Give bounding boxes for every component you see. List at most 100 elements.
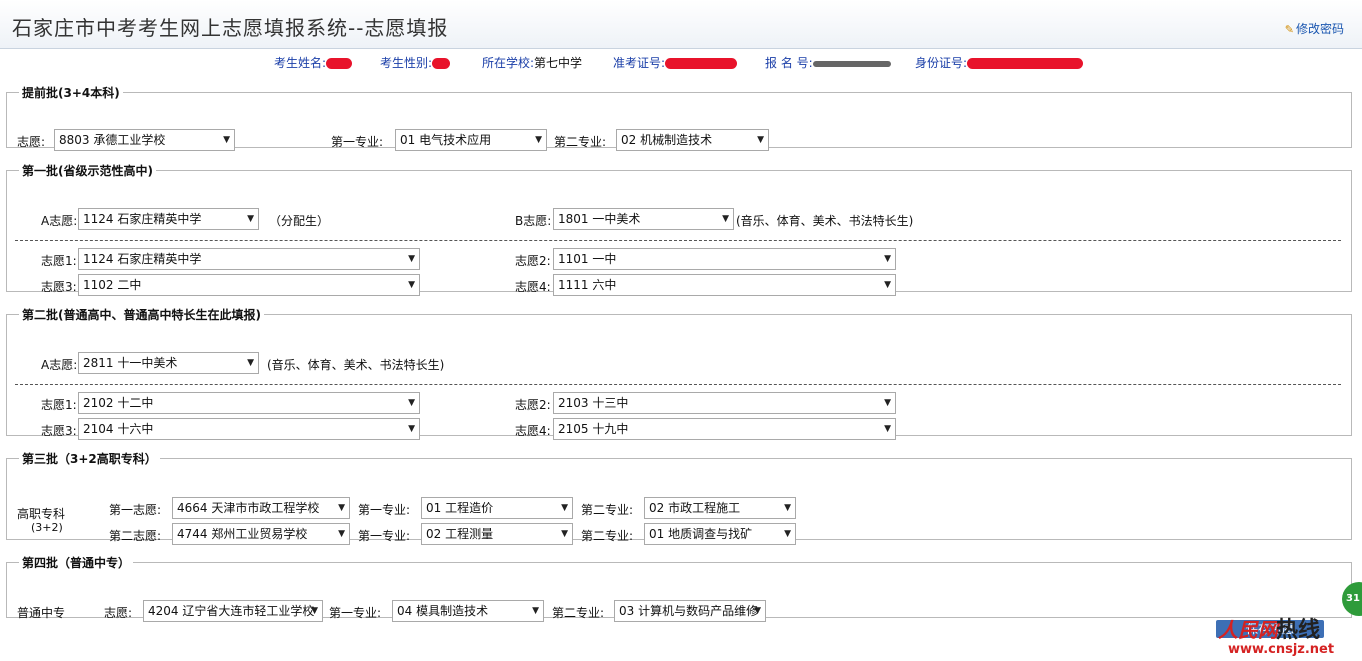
batch-1-legend: 第一批(省级示范性高中) [22,164,153,178]
chevron-down-icon: ▼ [408,424,415,434]
batch3-r2-m1-select[interactable]: 02 工程测量 ▼ [421,523,573,545]
watermark-brand: 热线 [1276,617,1321,643]
chevron-down-icon: ▼ [408,398,415,408]
student-gender: 考生性别: [380,54,451,71]
batch2-w2-label: 志愿2: [515,398,551,412]
student-gender-label: 考生性别: [380,56,433,70]
student-name: 考生姓名: [274,54,353,71]
batch3-r1-m2-label: 第二专业: [581,503,634,517]
batch-early-legend: 提前批(3+4本科) [22,86,120,100]
redaction [812,60,891,67]
batch1-b-value: 1801 一中美术 [558,212,641,226]
key-icon: ✎ [1284,23,1294,36]
batch4-side-label: 普通中专 [17,606,66,620]
early-major2-select[interactable]: 02 机械制造技术 ▼ [616,129,769,151]
chevron-down-icon: ▼ [884,254,891,264]
batch2-a-note: (音乐、体育、美术、书法特长生) [267,358,445,372]
chevron-down-icon: ▼ [784,529,791,539]
chevron-down-icon: ▼ [722,214,729,224]
early-major1-value: 01 电气技术应用 [400,133,492,147]
early-major2-value: 02 机械制造技术 [621,133,713,147]
batch1-w3-select[interactable]: 1102 二中 ▼ [78,274,420,296]
batch4-wish-value: 4204 辽宁省大连市轻工业学校 [148,604,315,618]
student-exam-no-label: 准考证号: [613,56,666,70]
batch2-w1-select[interactable]: 2102 十二中 ▼ [78,392,420,414]
batch-2-legend: 第二批(普通高中、普通高中特长生在此填报) [22,308,261,322]
early-major2-label: 第二专业: [554,135,607,149]
early-wish-label: 志愿: [17,135,46,149]
watermark-script: 人民网 [1218,618,1278,642]
batch3-r2-m2-value: 01 地质调查与找矿 [649,527,753,541]
batch1-w1-label: 志愿1: [41,254,77,268]
student-id-label: 身份证号: [915,56,968,70]
divider [15,384,1341,385]
page-title: 石家庄市中考考生网上志愿填报系统--志愿填报 [12,16,449,40]
batch4-wish-select[interactable]: 4204 辽宁省大连市轻工业学校 ▼ [143,600,323,622]
chevron-down-icon: ▼ [338,529,345,539]
early-major1-select[interactable]: 01 电气技术应用 ▼ [395,129,547,151]
batch2-w3-value: 2104 十六中 [83,422,154,436]
chevron-down-icon: ▼ [535,135,542,145]
batch1-w1-select[interactable]: 1124 石家庄精英中学 ▼ [78,248,420,270]
student-id: 身份证号: [915,54,1084,71]
batch4-m2-value: 03 计算机与数码产品维修 [619,604,759,618]
early-wish-select[interactable]: 8803 承德工业学校 ▼ [54,129,235,151]
batch3-r2-select[interactable]: 4744 郑州工业贸易学校 ▼ [172,523,350,545]
watermark-url: www.cnsjz.net [1228,642,1335,657]
student-exam-no: 准考证号: [613,54,738,71]
batch3-r2-m1-label: 第一专业: [358,529,411,543]
student-school-label: 所在学校: [482,56,535,70]
batch1-a-value: 1124 石家庄精英中学 [83,212,202,226]
batch3-r1-m2-value: 02 市政工程施工 [649,501,741,515]
batch2-w3-label: 志愿3: [41,424,77,438]
batch1-w2-value: 1101 一中 [558,252,617,266]
batch-3-legend: 第三批（3+2高职专科） [22,452,157,466]
batch3-r2-label: 第二志愿: [109,529,162,543]
chevron-down-icon: ▼ [338,503,345,513]
batch3-r2-value: 4744 郑州工业贸易学校 [177,527,308,541]
chevron-down-icon: ▼ [247,214,254,224]
chevron-down-icon: ▼ [532,606,539,616]
chevron-down-icon: ▼ [884,424,891,434]
chevron-down-icon: ▼ [408,254,415,264]
batch2-w3-select[interactable]: 2104 十六中 ▼ [78,418,420,440]
batch3-side-sub: (3+2) [31,521,63,534]
chevron-down-icon: ▼ [408,280,415,290]
chevron-down-icon: ▼ [247,358,254,368]
change-password-link[interactable]: ✎ 修改密码 [1285,20,1344,37]
batch4-m1-label: 第一专业: [329,606,382,620]
batch1-w3-label: 志愿3: [41,280,77,294]
batch3-r2-m2-select[interactable]: 01 地质调查与找矿 ▼ [644,523,796,545]
batch1-w4-label: 志愿4: [515,280,551,294]
batch1-a-select[interactable]: 1124 石家庄精英中学 ▼ [78,208,259,230]
batch1-b-label: B志愿: [515,214,552,228]
student-school: 所在学校:第七中学 [482,54,582,71]
batch3-r1-m2-select[interactable]: 02 市政工程施工 ▼ [644,497,796,519]
batch-4: 第四批（普通中专） 普通中专 志愿: 4204 辽宁省大连市轻工业学校 ▼ 第一专… [6,554,1352,622]
batch-3: 第三批（3+2高职专科） 高职专科 (3+2) 第一志愿: 4664 天津市市政… [6,450,1352,545]
batch2-w2-select[interactable]: 2103 十三中 ▼ [553,392,896,414]
batch1-b-note: (音乐、体育、美术、书法特长生) [736,214,914,228]
batch4-m1-select[interactable]: 04 模具制造技术 ▼ [392,600,544,622]
batch4-m2-select[interactable]: 03 计算机与数码产品维修 ▼ [614,600,766,622]
batch3-r1-m1-select[interactable]: 01 工程造价 ▼ [421,497,573,519]
chevron-down-icon: ▼ [884,280,891,290]
batch4-wish-label: 志愿: [104,606,133,620]
batch1-w2-select[interactable]: 1101 一中 ▼ [553,248,896,270]
chevron-down-icon: ▼ [784,503,791,513]
batch1-b-select[interactable]: 1801 一中美术 ▼ [553,208,734,230]
batch2-a-label: A志愿: [41,358,78,372]
batch1-w4-select[interactable]: 1111 六中 ▼ [553,274,896,296]
batch2-w4-value: 2105 十九中 [558,422,629,436]
student-info-bar: 考生姓名: 考生性别: 所在学校:第七中学 准考证号: 报 名 号: 身份证号: [0,54,1362,72]
watermark: 保存志愿 人民网 热线 www.cnsjz.net [1216,612,1356,658]
batch1-w2-label: 志愿2: [515,254,551,268]
redaction [432,58,451,69]
batch2-a-select[interactable]: 2811 十一中美术 ▼ [78,352,259,374]
divider [15,240,1341,241]
batch1-w4-value: 1111 六中 [558,278,617,292]
student-school-value: 第七中学 [534,56,583,70]
batch2-w4-select[interactable]: 2105 十九中 ▼ [553,418,896,440]
batch3-r1-select[interactable]: 4664 天津市市政工程学校 ▼ [172,497,350,519]
student-reg-no-label: 报 名 号: [765,56,813,70]
